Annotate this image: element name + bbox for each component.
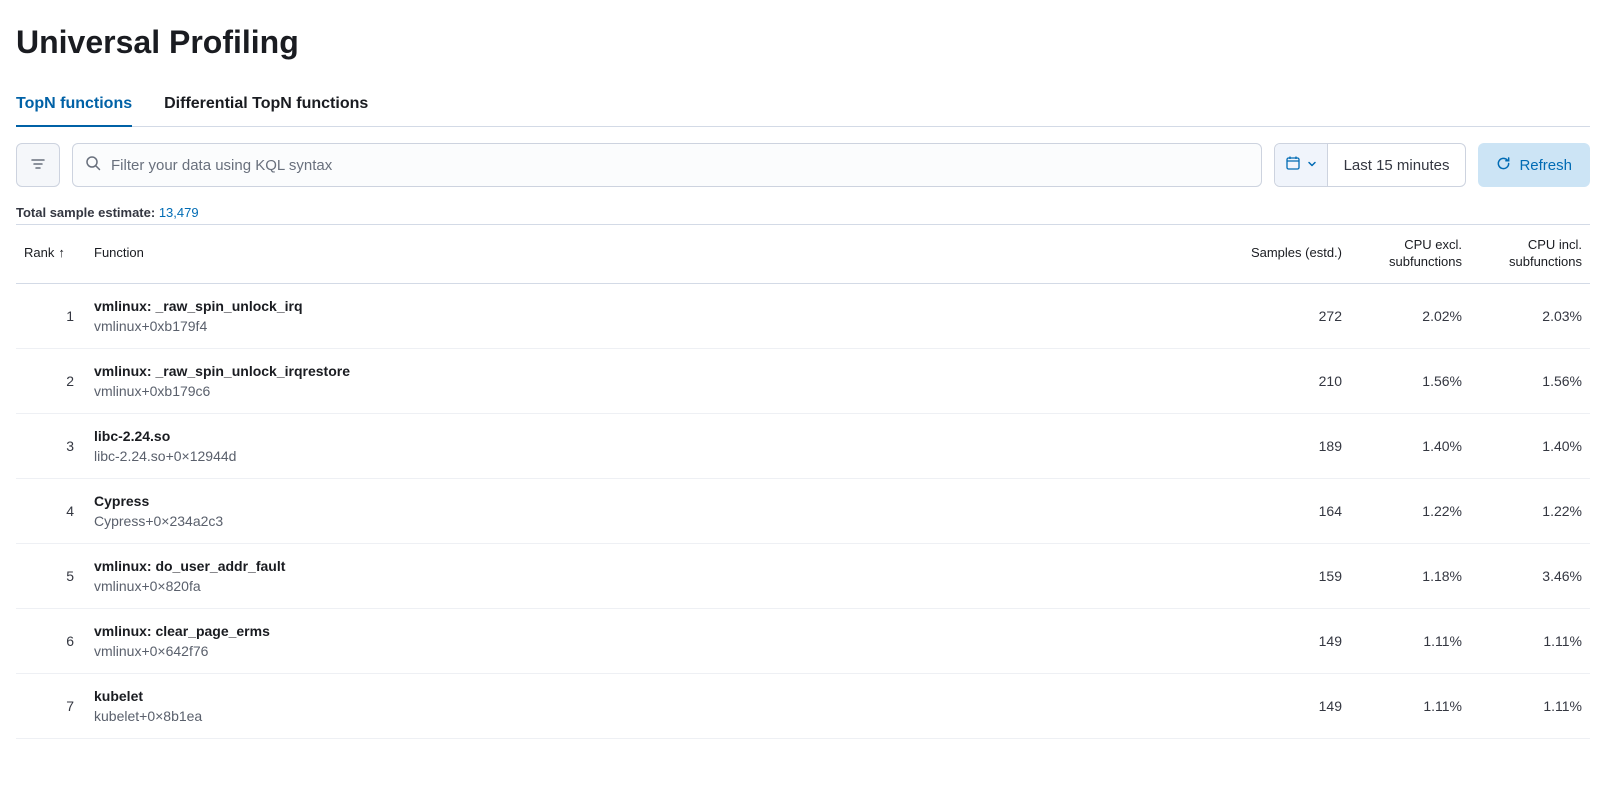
cell-function: libc-2.24.so libc-2.24.so+0×12944d (86, 413, 1210, 478)
table-row: 4CypressCypress+0×234a2c31641.22%1.22% (16, 478, 1590, 543)
cell-rank: 6 (16, 608, 86, 673)
cell-rank: 7 (16, 673, 86, 738)
tab-differential-topn-functions[interactable]: Differential TopN functions (164, 85, 368, 127)
refresh-icon (1496, 156, 1511, 175)
chevron-down-icon (1307, 156, 1317, 174)
cell-samples: 149 (1210, 673, 1350, 738)
col-header-cpu-excl[interactable]: CPU excl. subfunctions (1350, 225, 1470, 284)
cell-samples: 272 (1210, 283, 1350, 348)
cell-cpu-incl: 1.40% (1470, 413, 1590, 478)
function-name: vmlinux: do_user_addr_fault (94, 558, 1202, 574)
col-header-samples[interactable]: Samples (estd.) (1210, 225, 1350, 284)
cell-cpu-incl: 2.03% (1470, 283, 1590, 348)
cell-samples: 210 (1210, 348, 1350, 413)
date-range-label[interactable]: Last 15 minutes (1328, 157, 1466, 174)
cell-samples: 149 (1210, 608, 1350, 673)
cell-function: vmlinux: do_user_addr_fault vmlinux+0×820… (86, 543, 1210, 608)
calendar-icon (1285, 155, 1301, 176)
sort-asc-icon: ↑ (58, 245, 65, 260)
function-name: vmlinux: clear_page_erms (94, 623, 1202, 639)
function-name: Cypress (94, 493, 1202, 509)
estimate-value: 13,479 (159, 205, 199, 220)
function-offset: vmlinux+0xb179f4 (94, 318, 1202, 334)
cell-cpu-incl: 1.56% (1470, 348, 1590, 413)
tabs: TopN functions Differential TopN functio… (16, 85, 1590, 127)
cell-cpu-incl: 3.46% (1470, 543, 1590, 608)
tab-topn-functions[interactable]: TopN functions (16, 85, 132, 127)
cell-rank: 4 (16, 478, 86, 543)
function-name: kubelet (94, 688, 1202, 704)
cell-rank: 5 (16, 543, 86, 608)
cell-function: kubelet kubelet+0×8b1ea (86, 673, 1210, 738)
function-offset: vmlinux+0×642f76 (94, 643, 1202, 659)
cell-cpu-excl: 1.11% (1350, 673, 1470, 738)
controls-bar: Last 15 minutes Refresh (16, 143, 1590, 187)
cell-rank: 1 (16, 283, 86, 348)
function-offset: vmlinux+0×820fa (94, 578, 1202, 594)
date-quick-select[interactable] (1275, 144, 1328, 186)
col-header-rank-label: Rank (24, 245, 54, 260)
search-input[interactable] (101, 157, 1249, 174)
date-range-picker[interactable]: Last 15 minutes (1274, 143, 1467, 187)
table-row: 6 vmlinux: clear_page_erms vmlinux+0×642f7… (16, 608, 1590, 673)
filter-icon (30, 156, 46, 175)
cell-rank: 3 (16, 413, 86, 478)
cell-samples: 189 (1210, 413, 1350, 478)
cell-cpu-incl: 1.11% (1470, 673, 1590, 738)
table-row: 7kubeletkubelet+0×8b1ea1491.11%1.11% (16, 673, 1590, 738)
function-name: vmlinux: _raw_spin_unlock_irqrestore (94, 363, 1202, 379)
cell-cpu-incl: 1.22% (1470, 478, 1590, 543)
col-header-rank[interactable]: Rank ↑ (16, 225, 86, 284)
function-offset: vmlinux+0xb179c6 (94, 383, 1202, 399)
refresh-button[interactable]: Refresh (1478, 143, 1590, 187)
table-row: 3libc-2.24.solibc-2.24.so+0×12944d1891.4… (16, 413, 1590, 478)
cell-cpu-excl: 1.22% (1350, 478, 1470, 543)
col-header-cpu-incl[interactable]: CPU incl. subfunctions (1470, 225, 1590, 284)
cell-samples: 164 (1210, 478, 1350, 543)
table-row: 1 vmlinux: _raw_spin_unlock_irq vmlinux+0x… (16, 283, 1590, 348)
cell-cpu-excl: 1.56% (1350, 348, 1470, 413)
function-name: libc-2.24.so (94, 428, 1202, 444)
cell-function: vmlinux: _raw_spin_unlock_irq vmlinux+0xb… (86, 283, 1210, 348)
cell-cpu-incl: 1.11% (1470, 608, 1590, 673)
search-icon (85, 155, 101, 176)
total-sample-estimate: Total sample estimate: 13,479 (16, 205, 1590, 220)
cell-rank: 2 (16, 348, 86, 413)
filter-button[interactable] (16, 143, 60, 187)
function-offset: kubelet+0×8b1ea (94, 708, 1202, 724)
page-title: Universal Profiling (16, 24, 1590, 61)
estimate-prefix: Total sample estimate: (16, 205, 155, 220)
cell-cpu-excl: 1.40% (1350, 413, 1470, 478)
function-offset: Cypress+0×234a2c3 (94, 513, 1202, 529)
cell-cpu-excl: 1.18% (1350, 543, 1470, 608)
functions-table: Rank ↑ Function Samples (estd.) CPU excl.… (16, 224, 1590, 739)
col-header-function[interactable]: Function (86, 225, 1210, 284)
cell-cpu-excl: 2.02% (1350, 283, 1470, 348)
search-container[interactable] (72, 143, 1262, 187)
refresh-label: Refresh (1519, 157, 1572, 174)
function-offset: libc-2.24.so+0×12944d (94, 448, 1202, 464)
cell-function: Cypress Cypress+0×234a2c3 (86, 478, 1210, 543)
cell-function: vmlinux: clear_page_erms vmlinux+0×642f76 (86, 608, 1210, 673)
cell-cpu-excl: 1.11% (1350, 608, 1470, 673)
table-row: 2vmlinux: _raw_spin_unlock_irqrestorevml… (16, 348, 1590, 413)
cell-function: vmlinux: _raw_spin_unlock_irqrestorevmli… (86, 348, 1210, 413)
table-row: 5 vmlinux: do_user_addr_fault vmlinux+0×82… (16, 543, 1590, 608)
cell-samples: 159 (1210, 543, 1350, 608)
function-name: vmlinux: _raw_spin_unlock_irq (94, 298, 1202, 314)
